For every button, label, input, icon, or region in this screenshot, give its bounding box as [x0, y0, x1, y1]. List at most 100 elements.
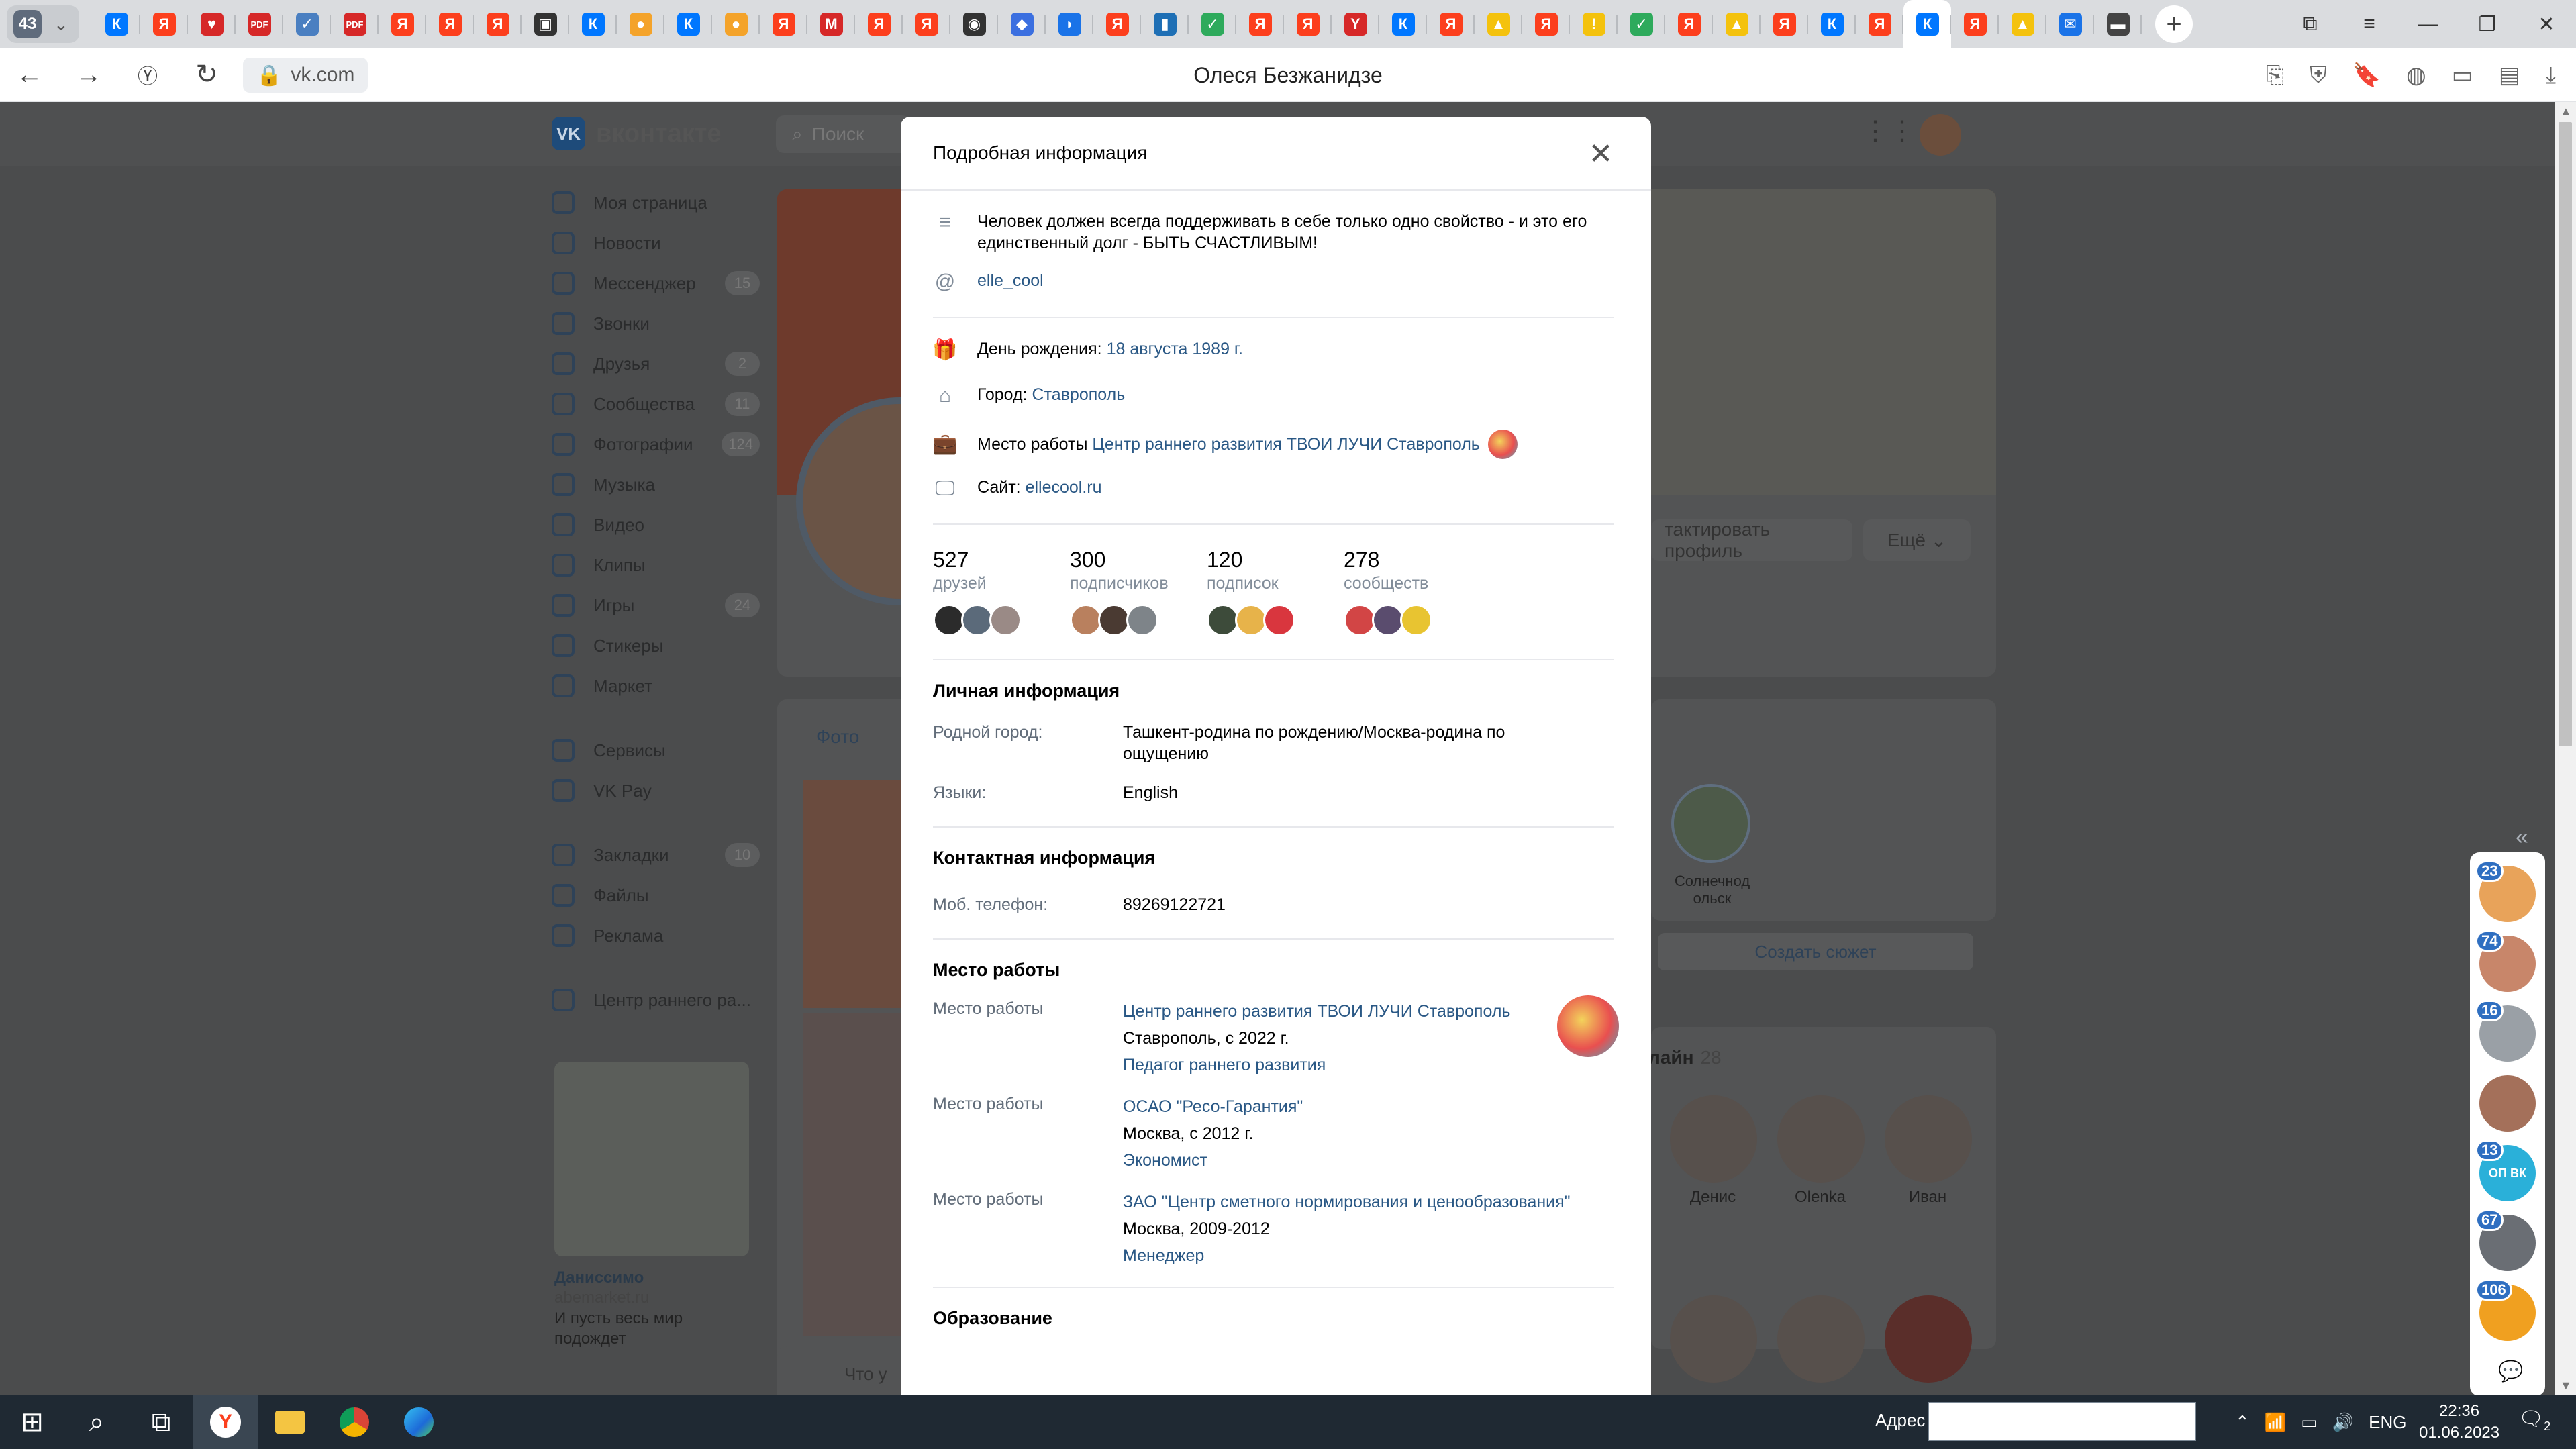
browser-tab[interactable]: Я: [1951, 0, 1999, 48]
chat-bubble-icon[interactable]: 💬: [2498, 1360, 2523, 1383]
friend-avatar[interactable]: [1777, 1295, 1865, 1383]
translate-icon[interactable]: ◍: [2406, 62, 2426, 89]
ad-title[interactable]: Даниссимо: [554, 1268, 644, 1287]
browser-tab[interactable]: Я: [1856, 0, 1903, 48]
job-role-link[interactable]: Экономист: [1123, 1147, 1303, 1174]
browser-tab[interactable]: К: [1903, 0, 1951, 48]
sidebar-item[interactable]: Звонки: [552, 303, 760, 344]
job-org-link[interactable]: Центр раннего развития ТВОИ ЛУЧИ Ставроп…: [1123, 998, 1510, 1025]
edge-icon[interactable]: [387, 1395, 451, 1449]
sidebar-item[interactable]: Новости: [552, 223, 760, 263]
search-icon[interactable]: ⌕: [64, 1395, 129, 1449]
ad-domain[interactable]: abemarket.ru: [554, 1289, 649, 1307]
more-button[interactable]: Ещё ⌄: [1863, 519, 1971, 561]
browser-tab[interactable]: Я: [903, 0, 950, 48]
browser-tab[interactable]: ♥: [188, 0, 236, 48]
browser-tab[interactable]: ▮: [1141, 0, 1189, 48]
friend-name[interactable]: Иван: [1874, 1188, 1981, 1207]
taskbar-address-input[interactable]: [1928, 1402, 2196, 1441]
browser-tab[interactable]: Y: [1332, 0, 1379, 48]
nickname-link[interactable]: elle_cool: [977, 270, 1044, 291]
network-icon[interactable]: 📶: [2265, 1412, 2286, 1433]
protect-icon[interactable]: ⛨: [2310, 62, 2327, 89]
counter-block[interactable]: 527 друзей: [933, 548, 1070, 636]
browser-tab[interactable]: Я: [140, 0, 188, 48]
story-avatar[interactable]: [1671, 784, 1750, 863]
sidebar-item[interactable]: Центр раннего ра...: [552, 980, 760, 1020]
reload-button[interactable]: ↻: [177, 48, 236, 101]
sidebar-item[interactable]: Клипы: [552, 545, 760, 585]
chevrons-left-icon[interactable]: «: [2516, 824, 2528, 850]
tray-chevron-up-icon[interactable]: ⌃: [2235, 1412, 2250, 1433]
city-link[interactable]: Ставрополь: [1032, 385, 1126, 404]
task-view-icon[interactable]: ⧉: [129, 1395, 193, 1449]
bookmark-icon[interactable]: 🔖: [2352, 62, 2381, 89]
browser-tab[interactable]: Я: [379, 0, 426, 48]
browser-tab[interactable]: ◉: [950, 0, 998, 48]
minimize-button[interactable]: —: [2399, 13, 2458, 36]
file-explorer-icon[interactable]: [258, 1395, 322, 1449]
counter-block[interactable]: 120 подписок: [1207, 548, 1344, 636]
browser-tab[interactable]: К: [1808, 0, 1856, 48]
browser-tab[interactable]: Я: [1522, 0, 1570, 48]
browser-tab[interactable]: ✉: [2046, 0, 2094, 48]
browser-tab[interactable]: ▲: [1999, 0, 2046, 48]
sidebar-item[interactable]: Друзья 2: [552, 344, 760, 384]
sidebar-item[interactable]: Моя страница: [552, 183, 760, 223]
browser-tab[interactable]: M: [807, 0, 855, 48]
sidebar-item[interactable]: Игры 24: [552, 585, 760, 626]
story-name[interactable]: Солнечнод ольск: [1655, 872, 1769, 907]
sidebar-item[interactable]: Видео: [552, 505, 760, 545]
yandex-browser-icon[interactable]: Y: [193, 1395, 258, 1449]
back-button[interactable]: ←: [0, 48, 59, 101]
browser-tab[interactable]: ▬: [2094, 0, 2142, 48]
browser-tab[interactable]: PDF: [331, 0, 379, 48]
sidebar-item[interactable]: Сообщества 11: [552, 384, 760, 424]
copy-icon[interactable]: ⎘: [2266, 62, 2284, 89]
sidebar-item[interactable]: Мессенджер 15: [552, 263, 760, 303]
browser-tab[interactable]: Я: [1284, 0, 1332, 48]
job-role-link[interactable]: Педагог раннего развития: [1123, 1052, 1510, 1079]
browser-tab[interactable]: Я: [426, 0, 474, 48]
counter-block[interactable]: 278 сообществ: [1344, 548, 1481, 636]
job-org-link[interactable]: ОСАО "Ресо-Гарантия": [1123, 1093, 1303, 1120]
browser-tab[interactable]: ▲: [1713, 0, 1761, 48]
create-story-button[interactable]: Создать сюжет: [1658, 933, 1973, 970]
browser-tab[interactable]: ◆: [998, 0, 1046, 48]
browser-tab[interactable]: Я: [1665, 0, 1713, 48]
url-field[interactable]: 🔒 vk.com: [243, 58, 368, 93]
birthday-link[interactable]: 18 августа 1989 г.: [1107, 340, 1243, 358]
taskbar-clock[interactable]: 22:36 01.06.2023: [2419, 1401, 2499, 1444]
vk-search-input[interactable]: ⌕ Поиск: [776, 115, 910, 153]
notifications-icon[interactable]: 🗨2: [2518, 1407, 2552, 1437]
photos-label[interactable]: Фото: [816, 726, 859, 748]
vk-logo[interactable]: VK вконтакте: [552, 117, 722, 150]
friend-avatar[interactable]: [1885, 1095, 1972, 1183]
sidebar-item[interactable]: Сервисы: [552, 730, 760, 770]
forward-button[interactable]: →: [59, 48, 118, 101]
browser-tab[interactable]: Я: [1761, 0, 1808, 48]
hometown-link[interactable]: Ташкент-родина по рождению/Москва-родина…: [1123, 721, 1552, 764]
friend-avatar[interactable]: [1670, 1295, 1757, 1383]
friend-avatar[interactable]: [1885, 1295, 1972, 1383]
friend-name[interactable]: Olenka: [1767, 1188, 1874, 1207]
yandex-icon[interactable]: Ⓨ: [118, 48, 177, 101]
site-link[interactable]: ellecool.ru: [1026, 478, 1102, 497]
battery-icon[interactable]: ▭: [2301, 1412, 2318, 1433]
language-indicator[interactable]: ENG: [2369, 1412, 2406, 1433]
browser-tab[interactable]: Я: [1427, 0, 1475, 48]
browser-tab[interactable]: К: [569, 0, 617, 48]
sidebar-item[interactable]: Закладки 10: [552, 835, 760, 875]
browser-tab[interactable]: !: [1570, 0, 1618, 48]
close-window-button[interactable]: ✕: [2517, 13, 2576, 36]
browser-tab[interactable]: ▣: [522, 0, 569, 48]
friend-avatar[interactable]: [1777, 1095, 1865, 1183]
work-link[interactable]: Центр раннего развития ТВОИ ЛУЧИ Ставроп…: [1092, 435, 1479, 454]
battery-saver-icon[interactable]: ▭: [2452, 62, 2473, 89]
friend-avatar[interactable]: [1670, 1095, 1757, 1183]
browser-tab[interactable]: ●: [617, 0, 664, 48]
languages-link[interactable]: English: [1123, 782, 1178, 803]
new-tab-button[interactable]: +: [2155, 5, 2193, 43]
ad-image[interactable]: [554, 1062, 749, 1256]
sidebar-item[interactable]: Стикеры: [552, 626, 760, 666]
